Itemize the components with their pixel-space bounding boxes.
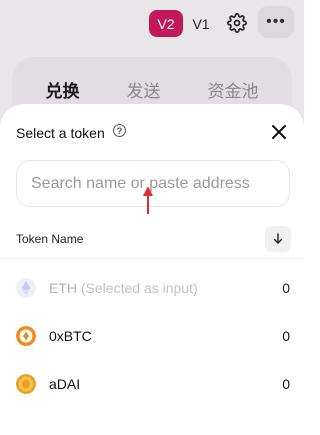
tab-pool[interactable]: 资金池 [208, 77, 259, 102]
tab-send[interactable]: 发送 [127, 77, 161, 102]
eth-icon [16, 278, 36, 298]
help-icon[interactable]: ? [113, 124, 126, 137]
token-row-adai[interactable]: aDAI 0 [0, 362, 304, 406]
0xbtc-icon [16, 326, 36, 346]
selected-note: (Selected as input) [80, 280, 198, 296]
token-select-modal: Select a token ? Token Name ETH (Selecte… [0, 104, 304, 435]
close-icon[interactable] [270, 123, 288, 141]
list-divider [0, 258, 304, 259]
token-balance: 0 [282, 376, 290, 392]
token-balance: 0 [282, 328, 290, 344]
arrow-down-icon [273, 233, 283, 244]
top-bar: V2 V1 ••• [0, 0, 304, 48]
token-name: ETH (Selected as input) [49, 280, 198, 296]
more-menu-button[interactable]: ••• [258, 6, 294, 38]
tab-swap[interactable]: 兑换 [46, 77, 80, 102]
token-list-header: Token Name [16, 232, 84, 246]
version-v2-button[interactable]: V2 [149, 10, 183, 37]
swap-tabs: 兑换 发送 资金池 [12, 77, 292, 102]
token-row-eth: ETH (Selected as input) 0 [0, 266, 304, 310]
version-v1-button[interactable]: V1 [190, 10, 212, 37]
token-row-0xbtc[interactable]: 0xBTC 0 [0, 314, 304, 358]
annotation-arrow-icon [143, 186, 153, 214]
settings-button[interactable] [226, 12, 248, 34]
more-icon: ••• [266, 13, 286, 30]
adai-icon [16, 374, 36, 394]
token-search-input[interactable] [16, 160, 290, 207]
sort-button[interactable] [265, 226, 291, 252]
token-name: aDAI [49, 376, 81, 392]
gear-icon [227, 13, 247, 33]
modal-title: Select a token [16, 125, 105, 141]
token-balance: 0 [282, 280, 290, 296]
token-name: 0xBTC [49, 328, 92, 344]
